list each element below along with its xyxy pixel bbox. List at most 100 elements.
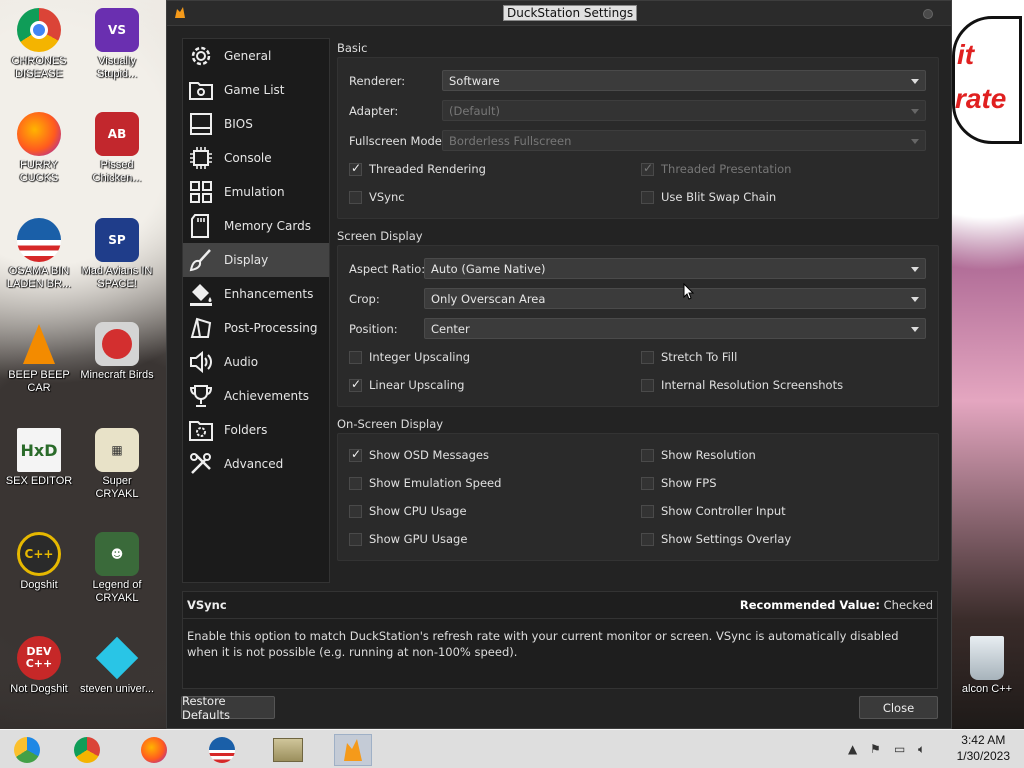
show-emulation-speed-checkbox[interactable]: Show Emulation Speed [349, 476, 501, 490]
checkbox-box [349, 447, 362, 462]
threaded-rendering-checkbox[interactable]: Threaded Rendering [349, 161, 486, 176]
group-screen-display: Aspect Ratio: Auto (Game Native) Crop: O… [337, 245, 939, 407]
adapter-select[interactable]: (Default) [442, 100, 926, 121]
renderer-select[interactable]: Software [442, 70, 926, 91]
show-cpu-usage-checkbox[interactable]: Show CPU Usage [349, 504, 467, 518]
desktop-icon-visual-studio[interactable]: VS Visually Stupid... [80, 8, 154, 81]
show-fps-checkbox[interactable]: Show FPS [641, 476, 717, 490]
desktop-icon-obama[interactable]: OSAMA BIN LADEN BR... [2, 218, 76, 291]
sidebar-item-advanced[interactable]: Advanced [183, 447, 329, 481]
taskbar-duckstation[interactable] [334, 734, 372, 766]
threaded-presentation-checkbox[interactable]: Threaded Presentation [641, 161, 791, 176]
window-close-icon[interactable] [923, 9, 933, 19]
aspect-ratio-value: Auto (Game Native) [431, 262, 546, 276]
desktop-icon-label: Visually Stupid... [96, 55, 138, 80]
desktop-icon-firefox[interactable]: FURRY CUCKS [2, 112, 76, 185]
sidebar-item-label: Advanced [224, 457, 284, 471]
show-settings-overlay-checkbox[interactable]: Show Settings Overlay [641, 532, 791, 546]
desktop-icon-chrome[interactable]: CHRONES DISEASE [2, 8, 76, 81]
gear-icon [191, 46, 211, 66]
tray-speaker-icon[interactable]: 🔈︎ [918, 742, 925, 757]
vsync-checkbox[interactable]: VSync [349, 190, 405, 204]
checkbox-label: Show Resolution [661, 448, 756, 462]
crop-select[interactable]: Only Overscan Area [424, 288, 926, 309]
desktop-icon-steven-universe[interactable]: steven univer... [80, 636, 154, 696]
chevron-down-icon [911, 327, 919, 332]
restore-defaults-button[interactable]: Restore Defaults [181, 694, 275, 722]
chrome-dev-icon [14, 737, 40, 763]
system-clock[interactable]: 3:42 AM 1/30/2023 [957, 732, 1010, 764]
show-controller-input-checkbox[interactable]: Show Controller Input [641, 504, 786, 518]
taskbar-file-explorer[interactable] [269, 734, 307, 766]
blit-swap-chain-checkbox[interactable]: Use Blit Swap Chain [641, 190, 776, 204]
tray-network-icon[interactable]: ▭ [894, 742, 905, 756]
crop-label: Crop: [349, 292, 380, 306]
desktop-icon-devcpp[interactable]: DEV C++ Not Dogshit [2, 636, 76, 696]
group-title-basic: Basic [337, 41, 368, 55]
linear-upscaling-checkbox[interactable]: Linear Upscaling [349, 377, 464, 392]
desktop-icon-super-cryakl[interactable]: ▦ Super CRYAKL [80, 428, 154, 501]
sidebar-item-audio[interactable]: Audio [183, 345, 329, 379]
desktop-icon-dogshit[interactable]: C++ Dogshit [2, 532, 76, 592]
desktop-icon-label: Super CRYAKL [95, 475, 139, 500]
desktop-icon-legend-of-cryakl[interactable]: ☻ Legend of CRYAKL [80, 532, 154, 605]
close-button[interactable]: Close [859, 696, 938, 719]
checkbox-box [641, 161, 654, 176]
stretch-to-fill-checkbox[interactable]: Stretch To Fill [641, 350, 737, 364]
chevron-down-icon [911, 79, 919, 84]
position-select[interactable]: Center [424, 318, 926, 339]
desktop-icon-label: alcon C++ [961, 683, 1013, 695]
desktop-icon-angry-birds-space[interactable]: SP Mad Avians IN SPACE! [80, 218, 154, 291]
recommended-label: Recommended Value: [739, 598, 880, 612]
taskbar-start[interactable] [8, 734, 46, 766]
fullscreen-mode-select[interactable]: Borderless Fullscreen [442, 130, 926, 151]
aspect-ratio-select[interactable]: Auto (Game Native) [424, 258, 926, 279]
sidebar-item-console[interactable]: Console [183, 141, 329, 175]
chip-icon [190, 113, 212, 135]
sidebar-item-emulation[interactable]: Emulation [183, 175, 329, 209]
folder-icon [273, 738, 303, 762]
chevron-down-icon [911, 267, 919, 272]
tray-flag-icon[interactable]: ⚑ [870, 742, 881, 756]
checkbox-box [349, 350, 362, 364]
integer-upscaling-checkbox[interactable]: Integer Upscaling [349, 350, 470, 364]
desktop-icon-label: Mad Avians IN SPACE! [81, 265, 153, 290]
taskbar-firefox[interactable] [135, 734, 173, 766]
settings-sidebar: General Game List BIOS Console Emulation… [182, 38, 330, 583]
sidebar-item-general[interactable]: General [183, 39, 329, 73]
sidebar-item-folders[interactable]: Folders [183, 413, 329, 447]
checkbox-label: Threaded Rendering [369, 162, 486, 176]
tray-chevron-up-icon[interactable]: ▲ [848, 742, 857, 756]
diamond-icon [95, 636, 139, 680]
desktop-icon-vlc[interactable]: BEEP BEEP CAR [2, 322, 76, 395]
show-osd-messages-checkbox[interactable]: Show OSD Messages [349, 447, 489, 462]
sidebar-item-post-processing[interactable]: Post-Processing [183, 311, 329, 345]
fullscreen-mode-label: Fullscreen Mode: [349, 134, 446, 148]
internal-resolution-screenshots-checkbox[interactable]: Internal Resolution Screenshots [641, 378, 843, 392]
sidebar-item-display[interactable]: Display [183, 243, 329, 277]
sidebar-item-label: Console [224, 151, 272, 165]
show-resolution-checkbox[interactable]: Show Resolution [641, 448, 756, 462]
desktop-icon-label: Pissed Chicken... [92, 159, 142, 184]
sidebar-item-bios[interactable]: BIOS [183, 107, 329, 141]
sidebar-item-game-list[interactable]: Game List [183, 73, 329, 107]
taskbar-chrome[interactable] [68, 734, 106, 766]
desktop-icon-falcon-cpp[interactable]: alcon C++ [950, 636, 1024, 696]
taskbar-obama[interactable] [203, 734, 241, 766]
checkbox-box [641, 378, 654, 392]
desktop-icon-label: SEX EDITOR [5, 475, 73, 487]
sidebar-item-memory-cards[interactable]: Memory Cards [183, 209, 329, 243]
desktop-icon-hxd[interactable]: HxD SEX EDITOR [2, 428, 76, 488]
show-gpu-usage-checkbox[interactable]: Show GPU Usage [349, 532, 467, 546]
desktop-icon-minecraft-birds[interactable]: Minecraft Birds [80, 322, 154, 382]
folder-settings-icon [189, 82, 213, 100]
checkbox-box [641, 448, 654, 462]
title-bar[interactable]: DuckStation Settings [167, 1, 951, 26]
desktop-icon-angry-birds-seasons[interactable]: AB Pissed Chicken... [80, 112, 154, 185]
visual-studio-icon: VS [95, 8, 139, 52]
sidebar-item-enhancements[interactable]: Enhancements [183, 277, 329, 311]
memory-card-icon [191, 214, 209, 238]
codeblocks-icon: C++ [17, 532, 61, 576]
speech-text: rate [955, 83, 1007, 114]
sidebar-item-achievements[interactable]: Achievements [183, 379, 329, 413]
